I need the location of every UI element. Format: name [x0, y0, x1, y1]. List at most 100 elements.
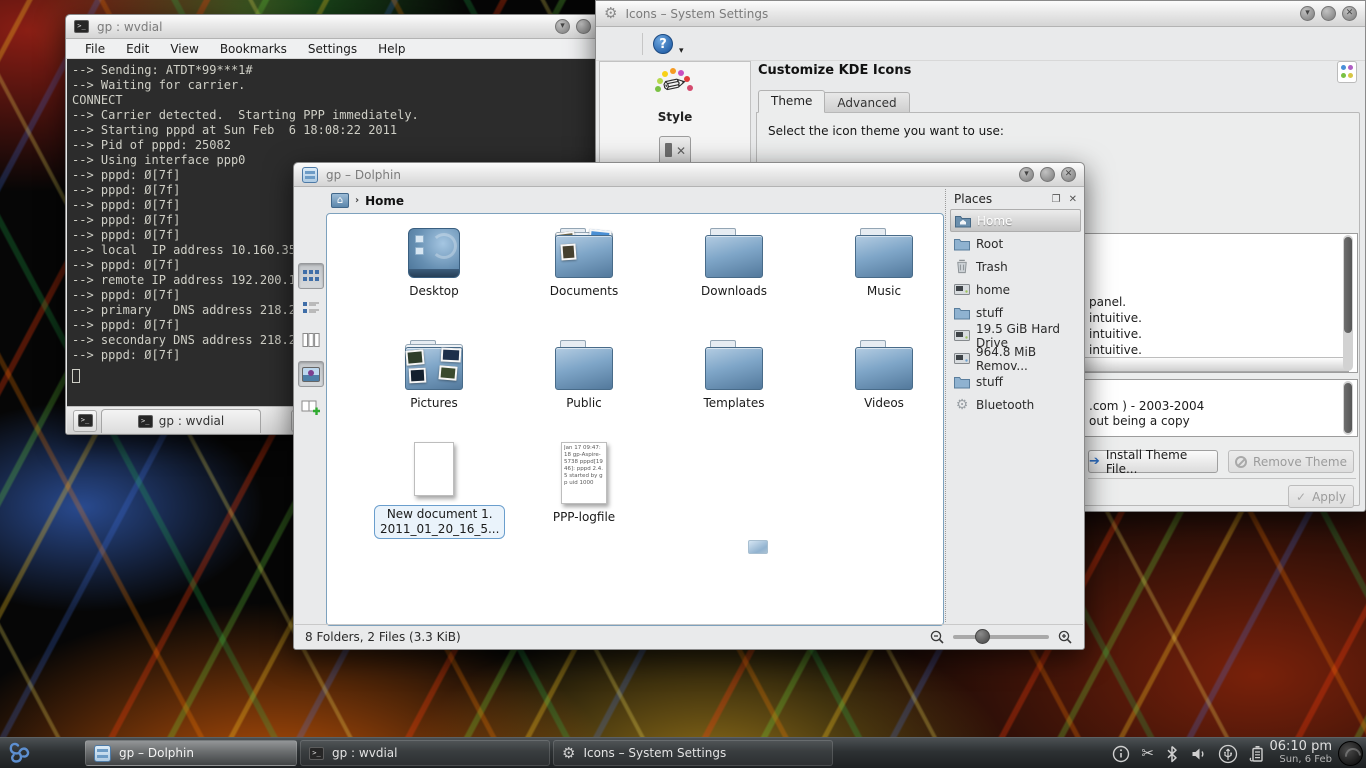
info-tray-icon[interactable]	[1111, 744, 1131, 764]
terminal-line: --> Carrier detected. Starting PPP immed…	[72, 108, 598, 123]
panel-cashew-icon[interactable]	[1338, 741, 1363, 766]
theme-description-fragment: intuitive.	[1089, 327, 1142, 343]
tab-advanced[interactable]: Advanced	[825, 92, 909, 113]
dolphin-side-toolbar	[296, 193, 326, 619]
zoom-out-icon[interactable]	[929, 629, 945, 645]
place-item-removable[interactable]: 964.8 MiB Remov...	[950, 347, 1081, 370]
details-view-button[interactable]	[298, 295, 324, 321]
menu-item[interactable]: File	[85, 42, 105, 56]
place-label: Bluetooth	[976, 398, 1034, 412]
taskbar-task-konsole[interactable]: >_ gp : wvdial	[300, 740, 550, 766]
detach-panel-icon[interactable]: ❐	[1052, 194, 1061, 205]
maximize-icon[interactable]	[576, 19, 591, 34]
dolphin-titlebar[interactable]: gp – Dolphin ▾ ✕	[294, 163, 1084, 187]
klipper-scissors-icon[interactable]: ✂	[1141, 746, 1154, 761]
battery-tray-icon[interactable]	[1248, 744, 1266, 764]
konsole-tab[interactable]: >_ gp : wvdial	[101, 409, 261, 433]
app-launcher-button[interactable]	[3, 739, 37, 767]
task-label: gp – Dolphin	[119, 746, 194, 760]
close-icon[interactable]: ✕	[1342, 6, 1357, 21]
terminal-line: --> Starting pppd at Sun Feb 6 18:08:22 …	[72, 123, 598, 138]
split-view-button[interactable]	[298, 394, 324, 420]
minimize-icon[interactable]: ▾	[1019, 167, 1034, 182]
place-item-trash[interactable]: Trash	[950, 255, 1081, 278]
volume-tray-icon[interactable]	[1190, 745, 1208, 763]
forward-button[interactable]	[298, 229, 324, 255]
place-item-bluetooth[interactable]: ⚙ Bluetooth	[950, 393, 1081, 416]
zoom-in-icon[interactable]	[1057, 629, 1073, 645]
new-tab-button[interactable]: >_	[73, 410, 97, 432]
trash-icon	[954, 259, 970, 275]
folder-icon	[954, 374, 970, 390]
folder-icon	[705, 340, 763, 390]
file-item-ppp-logfile[interactable]: Jan 17 09:47:18 gp-Aspire-5738 pppd[1946…	[524, 442, 644, 524]
tab-theme[interactable]: Theme	[758, 90, 825, 113]
minimize-icon[interactable]: ▾	[555, 19, 570, 34]
folder-item-desktop[interactable]: Desktop	[374, 228, 494, 298]
folder-item-pictures[interactable]: Pictures	[374, 340, 494, 410]
details-view-icon	[302, 300, 320, 316]
chevron-down-icon[interactable]: ▾	[679, 46, 684, 60]
icons-view-button[interactable]	[298, 263, 324, 289]
terminal-line: --> Waiting for carrier.	[72, 78, 598, 93]
settings-titlebar[interactable]: ⚙ Icons – System Settings ▾ ✕	[596, 1, 1365, 27]
logfile-preview-text: Jan 17 09:47:18 gp-Aspire-5738 pppd[1946…	[564, 445, 604, 501]
maximize-icon[interactable]	[1321, 6, 1336, 21]
preview-button[interactable]	[298, 361, 324, 387]
list-scrollbar[interactable]	[1343, 235, 1353, 371]
menu-item[interactable]: View	[170, 42, 198, 56]
place-item-root[interactable]: Root	[950, 232, 1081, 255]
menu-item[interactable]: Bookmarks	[220, 42, 287, 56]
place-item-stuff2[interactable]: stuff	[950, 370, 1081, 393]
file-item-new-document[interactable]: New document 1. 2011_01_20_16_5...	[374, 442, 494, 539]
removable-drive-icon	[954, 351, 970, 367]
back-button[interactable]	[298, 196, 324, 222]
place-item-home[interactable]: Home	[950, 209, 1081, 232]
konsole-titlebar[interactable]: >_ gp : wvdial ▾	[66, 15, 599, 39]
taskbar-task-dolphin[interactable]: gp – Dolphin	[85, 740, 297, 766]
dolphin-window: gp – Dolphin ▾ ✕ ⌂ › Home	[293, 162, 1085, 650]
remove-theme-button[interactable]: Remove Theme	[1228, 450, 1354, 473]
taskbar-task-settings[interactable]: ⚙ Icons – System Settings	[553, 740, 833, 766]
places-title: Places	[954, 192, 992, 206]
select-theme-label: Select the icon theme you want to use:	[768, 124, 1004, 138]
apply-button[interactable]: ✓ Apply	[1288, 485, 1354, 508]
theme-description-fragment: panel.	[1089, 295, 1142, 311]
place-label: stuff	[976, 375, 1003, 389]
folder-item-templates[interactable]: Templates	[674, 340, 794, 410]
theme-credit-line: .com ) - 2003-2004	[1089, 399, 1204, 413]
folder-item-public[interactable]: Public	[524, 340, 644, 410]
bluetooth-tray-icon[interactable]	[1164, 744, 1180, 764]
usb-device-tray-icon[interactable]	[1218, 744, 1238, 764]
close-icon[interactable]: ✕	[1061, 167, 1076, 182]
menu-item[interactable]: Settings	[308, 42, 357, 56]
help-icon[interactable]: ?	[653, 34, 673, 54]
folder-item-music[interactable]: Music	[824, 228, 944, 298]
folder-item-videos[interactable]: Videos	[824, 340, 944, 410]
zoom-slider-handle[interactable]	[975, 629, 990, 644]
install-theme-button[interactable]: ➔ Install Theme File...	[1088, 450, 1218, 473]
folder-item-downloads[interactable]: Downloads	[674, 228, 794, 298]
place-label: home	[976, 283, 1010, 297]
sidebar-item-style[interactable]: ✏ Style	[600, 62, 750, 124]
list-scrollbar-thumb[interactable]	[1344, 237, 1352, 333]
columns-view-button[interactable]	[298, 327, 324, 353]
folder-icon	[705, 228, 763, 278]
zoom-slider[interactable]	[953, 635, 1049, 639]
maximize-icon[interactable]	[1040, 167, 1055, 182]
folder-view[interactable]: Desktop Documents Downloads Music	[326, 213, 944, 626]
digital-clock[interactable]: 06:10 pm Sun, 6 Feb	[1269, 740, 1332, 766]
description-scrollbar[interactable]	[1343, 381, 1353, 435]
place-item-home-drive[interactable]: home	[950, 278, 1081, 301]
overview-icon[interactable]	[1337, 61, 1357, 83]
menu-item[interactable]: Help	[378, 42, 405, 56]
folder-item-documents[interactable]: Documents	[524, 228, 644, 298]
menu-item[interactable]: Edit	[126, 42, 149, 56]
back-button[interactable]	[604, 32, 632, 56]
breadcrumb-home[interactable]: Home	[365, 194, 404, 208]
home-folder-icon[interactable]: ⌂	[331, 193, 349, 208]
close-panel-icon[interactable]: ✕	[1069, 194, 1077, 205]
minimize-icon[interactable]: ▾	[1300, 6, 1315, 21]
description-scrollbar-thumb[interactable]	[1344, 383, 1352, 433]
logfile-icon: Jan 17 09:47:18 gp-Aspire-5738 pppd[1946…	[561, 442, 607, 504]
